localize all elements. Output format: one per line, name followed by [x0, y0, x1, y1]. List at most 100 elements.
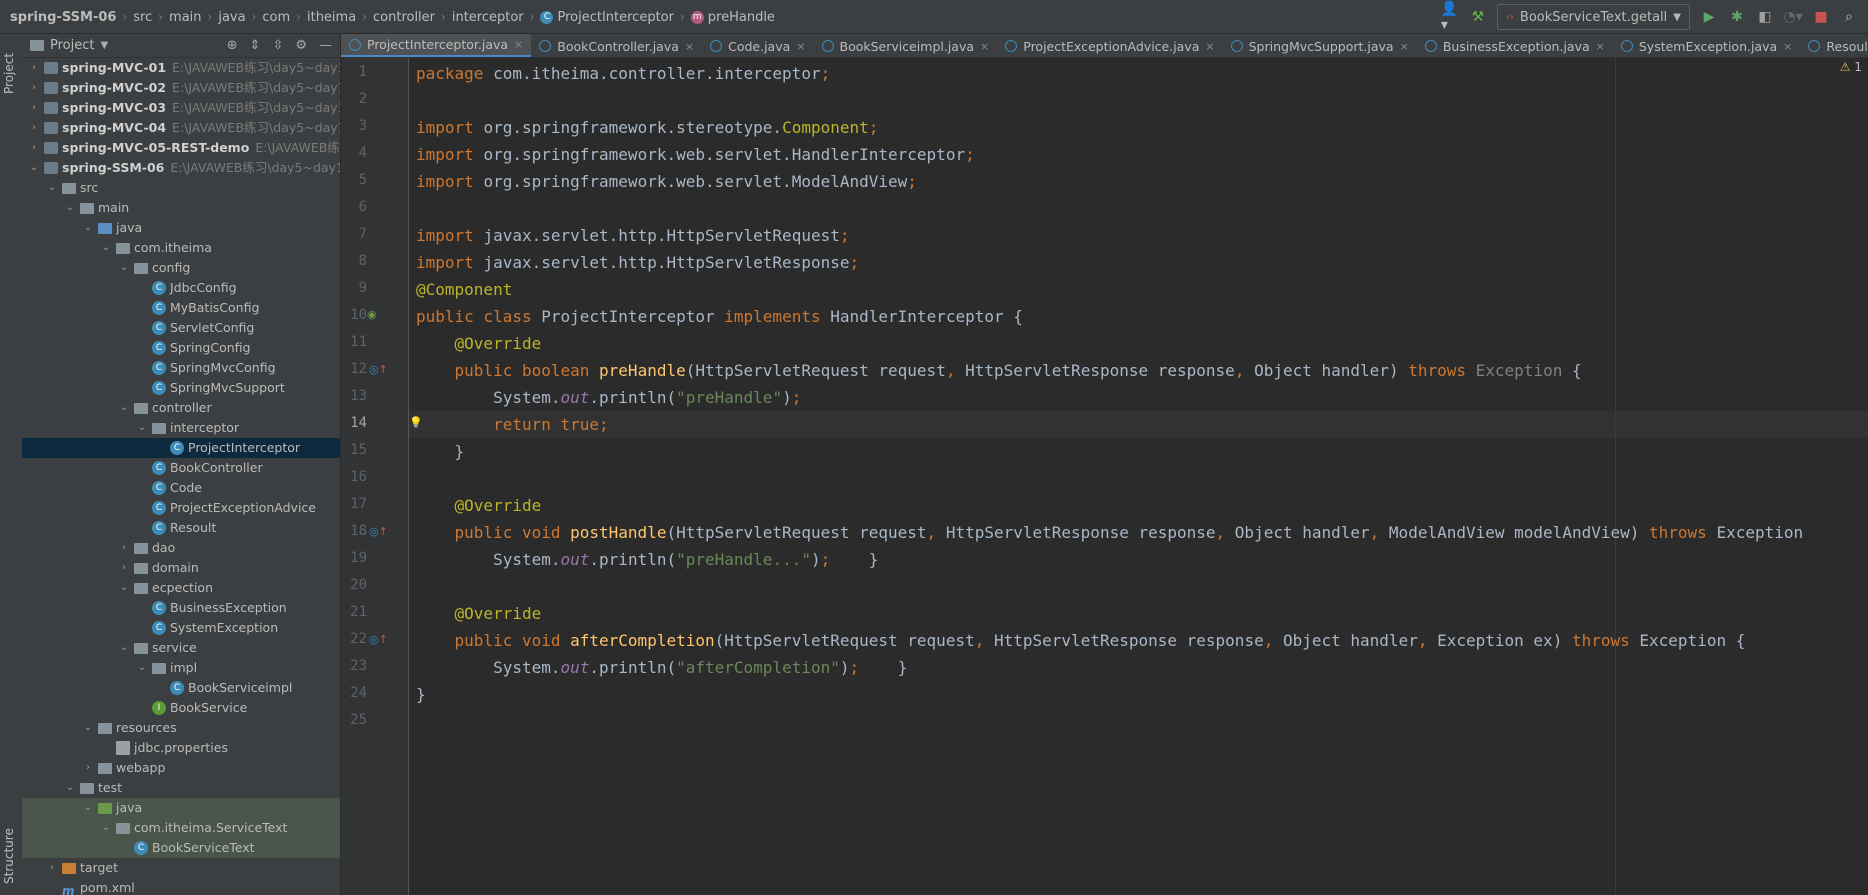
breadcrumb-com[interactable]: com [262, 10, 290, 25]
chevron-right-icon[interactable]: › [28, 78, 40, 98]
line-number[interactable]: 14 [341, 415, 367, 431]
close-icon[interactable]: × [796, 40, 805, 53]
code-editor[interactable]: 1 2 3 4 5 6 7 8 9 10 ◉ 11 12 ◎↑ 13 14 15 16 17 18 ◎↑ 19 20 21 22… [341, 58, 1868, 895]
user-icon[interactable]: 👤▾ [1441, 1, 1459, 33]
code-line[interactable]: @Component [416, 276, 512, 303]
editor-tab[interactable]: SystemException.java × [1613, 34, 1801, 57]
line-number[interactable]: 10 [341, 307, 367, 323]
code-line[interactable]: import org.springframework.web.servlet.M… [416, 168, 917, 195]
chevron-right-icon[interactable]: › [118, 558, 130, 578]
editor-tab[interactable]: ProjectInterceptor.java × [341, 34, 532, 57]
tree-item[interactable]: › spring-MVC-04 E:\JAVAWEB练习\day5~day14\ [22, 118, 340, 138]
tree-item[interactable]: C SystemException [22, 618, 340, 638]
chevron-right-icon[interactable]: › [46, 858, 58, 878]
breadcrumb-method[interactable]: m preHandle [690, 10, 775, 25]
tree-item[interactable]: C SpringMvcConfig [22, 358, 340, 378]
project-tool-tab[interactable]: Project [2, 53, 16, 94]
line-number[interactable]: 8 [341, 253, 367, 269]
tree-item[interactable]: ⌄ com.itheima.ServiceText [22, 818, 340, 838]
tree-item[interactable]: C MyBatisConfig [22, 298, 340, 318]
line-number[interactable]: 7 [341, 226, 367, 242]
tree-item[interactable]: jdbc.properties [22, 738, 340, 758]
close-icon[interactable]: × [1205, 40, 1214, 53]
chevron-down-icon[interactable]: ⌄ [100, 238, 112, 258]
tree-item[interactable]: C ProjectExceptionAdvice [22, 498, 340, 518]
tree-item[interactable]: ⌄ java [22, 218, 340, 238]
tree-item[interactable]: C BusinessException [22, 598, 340, 618]
editor-tab[interactable]: SpringMvcSupport.java × [1223, 34, 1417, 57]
tree-item[interactable]: ⌄ service [22, 638, 340, 658]
close-icon[interactable]: × [1783, 40, 1792, 53]
tree-item[interactable]: C Code [22, 478, 340, 498]
search-icon[interactable]: ⌕ [1840, 8, 1858, 26]
tree-item[interactable]: C Resoult [22, 518, 340, 538]
code-line[interactable]: System.out.println("preHandle..."); } [416, 546, 878, 573]
structure-tool-tab[interactable]: Structure [2, 828, 16, 884]
tree-item[interactable]: › spring-MVC-03 E:\JAVAWEB练习\day5~day14\ [22, 98, 340, 118]
editor-tab[interactable]: BookController.java × [531, 34, 702, 57]
code-line[interactable]: public void postHandle(HttpServletReques… [416, 519, 1804, 546]
close-icon[interactable]: × [685, 40, 694, 53]
tree-item[interactable]: › spring-MVC-02 E:\JAVAWEB练习\day5~day14\ [22, 78, 340, 98]
chevron-down-icon[interactable]: ⌄ [100, 818, 112, 838]
tree-item[interactable]: ⌄ resources [22, 718, 340, 738]
tree-item[interactable]: ⌄ config [22, 258, 340, 278]
code-line[interactable]: } [416, 438, 465, 465]
chevron-down-icon[interactable]: ⌄ [82, 718, 94, 738]
chevron-right-icon[interactable]: › [28, 98, 40, 118]
close-icon[interactable]: × [1596, 40, 1605, 53]
line-number[interactable]: 19 [341, 550, 367, 566]
code-line[interactable]: import javax.servlet.http.HttpServletRes… [416, 249, 859, 276]
chevron-down-icon[interactable]: ⌄ [118, 398, 130, 418]
tree-item[interactable]: ⌄ com.itheima [22, 238, 340, 258]
implements-method-icon[interactable]: ◎↑ [369, 633, 388, 646]
tree-item[interactable]: C SpringConfig [22, 338, 340, 358]
chevron-down-icon[interactable]: ⌄ [64, 778, 76, 798]
run-icon[interactable]: ▶ [1700, 8, 1718, 26]
breadcrumb-src[interactable]: src [133, 10, 152, 25]
chevron-down-icon[interactable]: ⌄ [82, 218, 94, 238]
coverage-icon[interactable]: ◧ [1756, 8, 1774, 26]
line-number[interactable]: 24 [341, 685, 367, 701]
chevron-down-icon[interactable]: ⌄ [136, 418, 148, 438]
stop-icon[interactable]: ■ [1812, 8, 1830, 26]
line-number[interactable]: 21 [341, 604, 367, 620]
tree-item[interactable]: C ServletConfig [22, 318, 340, 338]
tree-item[interactable]: C BookController [22, 458, 340, 478]
tree-item[interactable]: ⌄ test [22, 778, 340, 798]
chevron-right-icon[interactable]: › [28, 58, 40, 78]
tree-item[interactable]: C SpringMvcSupport [22, 378, 340, 398]
implements-method-icon[interactable]: ◎↑ [369, 525, 388, 538]
project-panel-title[interactable]: Project [50, 38, 94, 53]
lightbulb-icon[interactable]: 💡 [409, 416, 423, 429]
chevron-right-icon[interactable]: › [28, 118, 40, 138]
code-line[interactable]: } [416, 681, 426, 708]
tree-item[interactable]: › dao [22, 538, 340, 558]
tree-item[interactable]: ⌄ controller [22, 398, 340, 418]
editor-tab[interactable]: ProjectExceptionAdvice.java × [997, 34, 1222, 57]
line-number[interactable]: 25 [341, 712, 367, 728]
editor-tab[interactable]: Code.java × [702, 34, 813, 57]
editor-tab[interactable]: BusinessException.java × [1417, 34, 1613, 57]
tree-item[interactable]: › spring-MVC-01 E:\JAVAWEB练习\day5~day14\ [22, 58, 340, 78]
tree-item[interactable]: ⌄ interceptor [22, 418, 340, 438]
chevron-right-icon[interactable]: › [118, 538, 130, 558]
chevron-down-icon[interactable]: ⌄ [46, 178, 58, 198]
line-number[interactable]: 16 [341, 469, 367, 485]
chevron-down-icon[interactable]: ⌄ [64, 198, 76, 218]
breadcrumb-project[interactable]: spring-SSM-06 [10, 10, 116, 25]
tree-item[interactable]: C BookServiceimpl [22, 678, 340, 698]
chevron-down-icon[interactable]: ▼ [100, 40, 108, 51]
line-number[interactable]: 4 [341, 145, 367, 161]
line-number[interactable]: 5 [341, 172, 367, 188]
debug-icon[interactable]: ✱ [1728, 8, 1746, 26]
breadcrumb-interceptor[interactable]: interceptor [452, 10, 524, 25]
line-number[interactable]: 3 [341, 118, 367, 134]
chevron-down-icon[interactable]: ⌄ [118, 578, 130, 598]
chevron-down-icon[interactable]: ⌄ [28, 158, 40, 178]
breadcrumb-java[interactable]: java [218, 10, 245, 25]
expand-all-icon[interactable]: ⇕ [250, 38, 261, 53]
line-number[interactable]: 18 [341, 523, 367, 539]
inspection-widget[interactable]: ⚠ 1 [1840, 60, 1862, 74]
line-number[interactable]: 2 [341, 91, 367, 107]
